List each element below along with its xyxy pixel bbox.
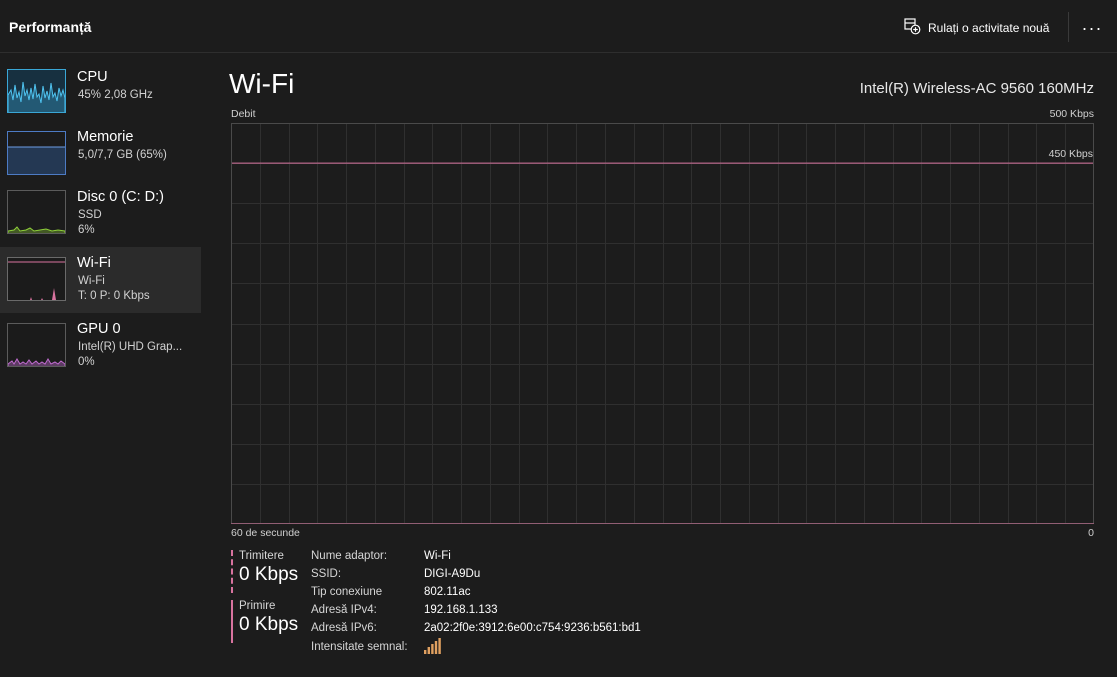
- sidebar-item-memory[interactable]: Memorie 5,0/7,7 GB (65%): [0, 126, 201, 192]
- new-task-icon: [904, 18, 921, 38]
- property-key: Nume adaptor:: [311, 550, 388, 562]
- sidebar-item-detail: 0%: [78, 356, 95, 368]
- disk-thumbnail-graph: [7, 190, 66, 234]
- throughput-graph-svg: [231, 123, 1094, 525]
- property-key: Tip conexiune: [311, 586, 383, 598]
- sidebar-item-name: CPU: [77, 69, 108, 85]
- graph-time-label: 60 de secunde: [231, 527, 300, 539]
- receive-label: Primire: [239, 600, 276, 612]
- signal-strength-icon: [424, 638, 442, 657]
- resource-title: Wi-Fi: [229, 68, 295, 99]
- sidebar-item-name: Memorie: [77, 129, 134, 145]
- property-value: 802.11ac: [424, 586, 471, 598]
- sidebar-item-name: GPU 0: [77, 321, 121, 337]
- graph-frame: [231, 123, 1094, 524]
- more-options-button[interactable]: ···: [1078, 14, 1106, 42]
- memory-thumbnail-graph: [7, 131, 66, 175]
- adapter-name: Intel(R) Wireless-AC 9560 160MHz: [859, 80, 1094, 97]
- sidebar-item-detail: 6%: [78, 224, 95, 236]
- title-bar: Performanță Rulați o activitate nouă ···: [0, 0, 1117, 53]
- receive-value: 0 Kbps: [239, 614, 299, 635]
- header-divider: [1068, 12, 1069, 42]
- page-title: Performanță: [9, 19, 92, 35]
- sidebar-item-name: Disc 0 (C: D:): [77, 189, 164, 205]
- receive-legend-marker: [231, 600, 233, 643]
- send-label: Trimitere: [239, 550, 284, 562]
- sidebar-item-detail: T: 0 P: 0 Kbps: [78, 290, 150, 302]
- graph-scale-line-label: 450 Kbps: [1048, 148, 1093, 160]
- graph-zero-label: 0: [1088, 527, 1094, 539]
- sidebar-item-detail: SSD: [78, 209, 102, 221]
- wifi-thumbnail-graph: [7, 257, 66, 301]
- sidebar-item-detail: 45% 2,08 GHz: [78, 89, 153, 101]
- graph-y-label: Debit: [231, 108, 256, 120]
- property-key: Adresă IPv4:: [311, 604, 377, 616]
- send-legend-marker: [231, 550, 233, 593]
- sidebar-item-detail: 5,0/7,7 GB (65%): [78, 149, 167, 161]
- property-value: 192.168.1.133: [424, 604, 498, 616]
- run-new-task-label: Rulați o activitate nouă: [928, 21, 1050, 35]
- property-value: Wi-Fi: [424, 550, 451, 562]
- property-value: 2a02:2f0e:3912:6e00:c754:9236:b561:bd1: [424, 622, 641, 634]
- sidebar-item-gpu[interactable]: GPU 0 Intel(R) UHD Grap... 0%: [0, 313, 201, 379]
- graph-max-label: 500 Kbps: [1049, 108, 1094, 120]
- sidebar-item-disk[interactable]: Disc 0 (C: D:) SSD 6%: [0, 186, 201, 252]
- send-value: 0 Kbps: [239, 564, 299, 585]
- throughput-graph: 450 Kbps: [231, 123, 1094, 525]
- property-key: SSID:: [311, 568, 342, 580]
- cpu-thumbnail-graph: [7, 69, 66, 113]
- sidebar-item-detail: Wi-Fi: [78, 275, 105, 287]
- sidebar-item-cpu[interactable]: CPU 45% 2,08 GHz: [0, 60, 201, 126]
- sidebar-item-detail: Intel(R) UHD Grap...: [78, 341, 183, 353]
- gpu-thumbnail-graph: [7, 323, 66, 367]
- sidebar-item-wifi[interactable]: Wi-Fi Wi-Fi T: 0 P: 0 Kbps: [0, 247, 201, 313]
- property-key: Intensitate semnal:: [311, 641, 408, 653]
- sidebar-item-name: Wi-Fi: [77, 255, 111, 271]
- property-key: Adresă IPv6:: [311, 622, 377, 634]
- run-new-task-button[interactable]: Rulați o activitate nouă: [904, 18, 1049, 38]
- property-value: DIGI-A9Du: [424, 568, 481, 580]
